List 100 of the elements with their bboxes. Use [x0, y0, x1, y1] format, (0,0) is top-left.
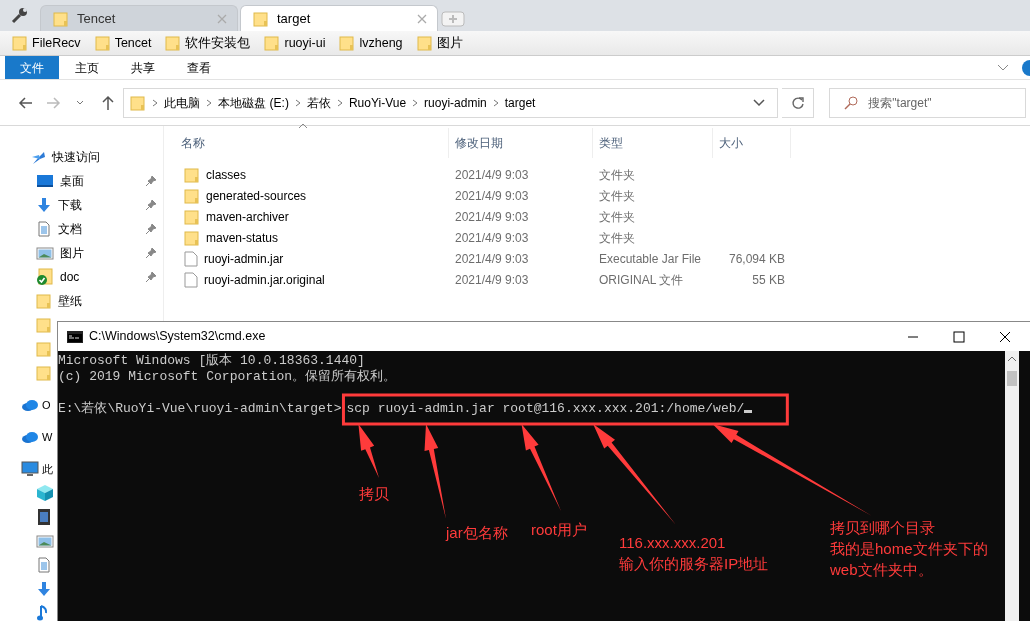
ribbon-tab[interactable]: 共享: [115, 56, 171, 79]
window-title: C:\Windows\System32\cmd.exe: [89, 328, 266, 346]
close-icon: [217, 13, 227, 24]
bookmark-link[interactable]: 图片: [436, 33, 463, 53]
breadcrumb-item[interactable]: 此电脑: [164, 93, 201, 112]
bookmark-link[interactable]: Tencet: [114, 33, 152, 53]
scrollbar[interactable]: [1005, 351, 1019, 621]
refresh-icon: [790, 95, 805, 110]
chevron-icon: [412, 99, 419, 108]
modified-date: 2021/4/9 9:03: [455, 230, 529, 245]
sidebar-item[interactable]: 文档: [58, 220, 82, 238]
file-name[interactable]: generated-sources: [206, 186, 307, 205]
console-line: Microsoft Windows [版本 10.0.18363.1440]: [58, 353, 365, 368]
file-icon: [184, 250, 198, 267]
annotation-text: jar包名称: [446, 523, 508, 543]
folder-icon: [165, 35, 182, 51]
sidebar-item[interactable]: doc: [60, 268, 80, 286]
address-bar[interactable]: 此电脑 本地磁盘 (E:) 若依 RuoYi-Vue ruoyi-admin target: [123, 87, 779, 118]
chevron-icon: [152, 99, 159, 108]
sidebar-item[interactable]: O: [42, 396, 51, 414]
refresh-button[interactable]: [782, 87, 815, 118]
modified-date: 2021/4/9 9:03: [455, 167, 529, 182]
file-type: Executable Jar File: [599, 251, 702, 266]
wrench-icon: [10, 6, 30, 26]
column-header[interactable]: 修改日期: [455, 134, 503, 152]
search-icon: [844, 95, 859, 110]
browser-tab[interactable]: Tencet: [40, 5, 238, 31]
folder-icon: [264, 35, 281, 51]
search-box[interactable]: 搜索"target": [829, 87, 1026, 118]
folder-icon: [184, 208, 200, 225]
help-icon: [1020, 59, 1030, 77]
bookmark-link[interactable]: ruoyi-ui: [284, 33, 326, 53]
file-type: 文件夹: [599, 209, 635, 224]
sidebar-item[interactable]: 壁纸: [58, 292, 82, 310]
scroll-thumb[interactable]: [1007, 371, 1017, 386]
chevron-icon: [996, 63, 1010, 73]
ribbon-tab[interactable]: 查看: [171, 56, 227, 79]
file-icon: [184, 271, 198, 288]
sidebar-item[interactable]: W: [42, 428, 53, 446]
terminal-icon: [67, 330, 83, 343]
modified-date: 2021/4/9 9:03: [455, 209, 529, 224]
computer-icon: [21, 460, 39, 478]
folder-icon: [36, 293, 52, 309]
bookmark-link[interactable]: 软件安装包: [185, 33, 251, 53]
folder-icon: [53, 10, 69, 27]
sidebar-item[interactable]: 快速访问: [52, 148, 100, 166]
ribbon-tab[interactable]: 主页: [59, 56, 115, 79]
desktop-icon: [36, 173, 54, 189]
column-header[interactable]: 类型: [599, 134, 623, 152]
file-name[interactable]: maven-status: [206, 228, 279, 247]
picture-icon: [36, 533, 54, 549]
file-type: 文件夹: [599, 188, 635, 203]
breadcrumb-item[interactable]: ruoyi-admin: [424, 93, 487, 112]
file-name[interactable]: classes: [206, 165, 246, 184]
folder-icon: [94, 35, 111, 51]
modified-date: 2021/4/9 9:03: [455, 272, 529, 287]
breadcrumb-item[interactable]: target: [504, 93, 536, 112]
chevron-icon: [206, 99, 213, 108]
folder-icon: [12, 35, 28, 51]
annotation-text: root用户: [531, 520, 587, 540]
sidebar-item[interactable]: 桌面: [60, 172, 84, 190]
text-cursor: [744, 410, 753, 413]
document-icon: [36, 557, 52, 573]
column-header[interactable]: 名称: [181, 134, 205, 152]
column-header[interactable]: 大小: [719, 134, 743, 152]
breadcrumb-item[interactable]: 本地磁盘 (E:): [218, 93, 289, 112]
folder-icon: [184, 166, 200, 183]
cloud-icon: [21, 430, 39, 444]
music-icon: [36, 604, 50, 621]
arrow: [358, 424, 379, 478]
folder-icon: [253, 10, 269, 27]
browser-tab[interactable]: target: [240, 5, 438, 31]
file-name[interactable]: ruoyi-admin.jar.original: [204, 270, 325, 289]
file-type: 文件夹: [599, 167, 635, 182]
scroll-up-icon: [1007, 356, 1017, 362]
breadcrumb-item[interactable]: 若依: [306, 93, 331, 112]
folder-icon: [416, 35, 433, 51]
ribbon-tab[interactable]: 文件: [5, 56, 59, 79]
download-icon: [36, 581, 52, 597]
cube-icon: [36, 484, 54, 502]
sidebar-item[interactable]: 下载: [58, 196, 82, 214]
breadcrumb-item[interactable]: RuoYi-Vue: [348, 93, 407, 112]
modified-date: 2021/4/9 9:03: [455, 188, 529, 203]
sidebar-item[interactable]: 此: [42, 460, 53, 478]
file-type: ORIGINAL 文件: [599, 272, 684, 287]
maximize-icon[interactable]: [951, 328, 967, 345]
file-name[interactable]: maven-archiver: [206, 207, 289, 226]
console-command: scp ruoyi-admin.jar root@116.xxx.xxx.201:/home/web/: [346, 401, 745, 416]
annotation-text: 116.xxx.xxx.201 输入你的服务器IP地址: [619, 533, 769, 574]
file-name[interactable]: ruoyi-admin.jar: [204, 249, 284, 268]
sidebar-item[interactable]: 图片: [60, 244, 84, 262]
search-field[interactable]: 搜索"target": [866, 92, 1017, 113]
bookmark-link[interactable]: lvzheng: [359, 33, 403, 53]
file-size: 55 KB: [752, 272, 785, 287]
synced-folder-icon: [36, 268, 54, 286]
modified-date: 2021/4/9 9:03: [455, 251, 529, 266]
sort-icon: [298, 123, 308, 129]
back-icon[interactable]: [17, 94, 34, 111]
file-type: 文件夹: [599, 230, 635, 245]
bookmark-link[interactable]: FileRecv: [32, 33, 81, 53]
